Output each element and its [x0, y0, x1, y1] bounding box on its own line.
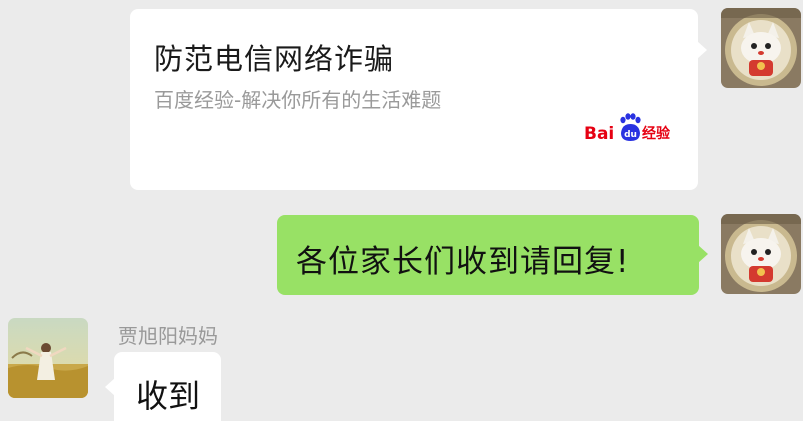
baidu-paw-icon: du: [618, 113, 642, 149]
link-card-title: 防范电信网络诈骗: [154, 42, 395, 76]
outgoing-text-message[interactable]: 各位家长们收到请回复!: [277, 215, 708, 295]
incoming-message-text: 收到: [136, 377, 201, 415]
baidu-jingyan-logo: Bai du 经验: [584, 113, 680, 149]
self-avatar[interactable]: [721, 214, 801, 294]
outgoing-message-text: 各位家长们收到请回复!: [296, 244, 630, 280]
incoming-text-message[interactable]: 收到: [105, 352, 221, 421]
self-avatar[interactable]: [721, 8, 801, 88]
cat-figurine-icon: [721, 214, 801, 294]
link-card-message[interactable]: 防范电信网络诈骗 百度经验-解决你所有的生活难题 Bai du 经验: [130, 9, 707, 190]
cat-figurine-icon: [721, 8, 801, 88]
logo-text-du: du: [624, 130, 637, 140]
girl-in-field-icon: [8, 318, 88, 398]
sender-avatar[interactable]: [8, 318, 88, 398]
logo-text-bai: Bai: [584, 124, 615, 144]
chat-conversation: 防范电信网络诈骗 百度经验-解决你所有的生活难题 Bai du 经验 各位家长们…: [0, 0, 803, 421]
logo-text-jingyan: 经验: [642, 126, 670, 142]
link-card-description: 百度经验-解决你所有的生活难题: [154, 88, 442, 112]
sender-name: 贾旭阳妈妈: [118, 324, 218, 348]
